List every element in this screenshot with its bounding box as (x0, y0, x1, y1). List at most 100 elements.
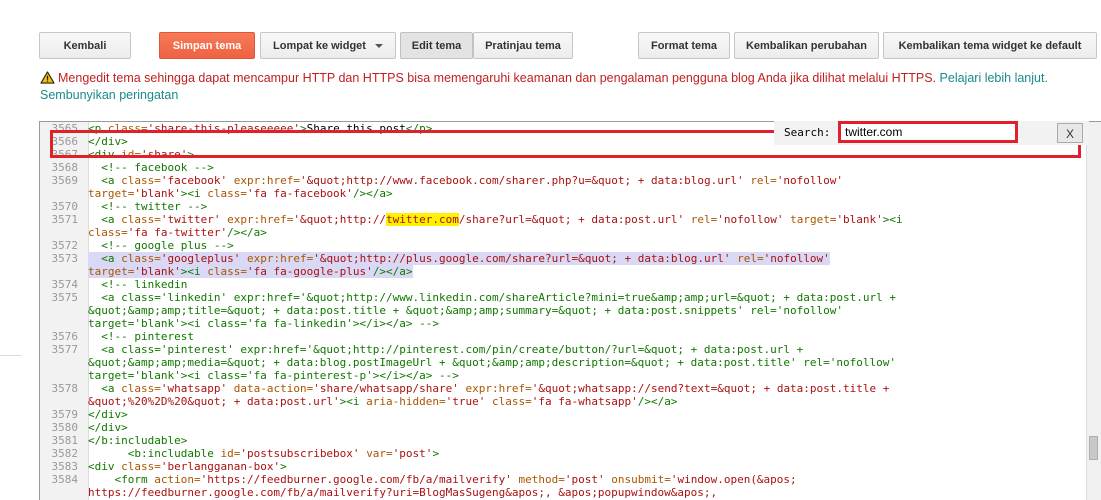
code-line[interactable]: &quot;&amp;amp;media=&quot; + data:blog.… (40, 356, 1087, 369)
line-number (40, 265, 88, 278)
back-button[interactable]: Kembali (39, 32, 131, 59)
code-line[interactable]: 3570 <!-- twitter --> (40, 200, 1087, 213)
code-line[interactable]: 3577 <a class='pinterest' expr:href='&qu… (40, 343, 1087, 356)
preview-theme-button[interactable]: Pratinjau tema (473, 32, 573, 59)
code-line[interactable]: 3572 <!-- google plus --> (40, 239, 1087, 252)
code-text: </div> (88, 408, 128, 421)
warning-icon (40, 71, 55, 84)
line-number: 3573 (51, 252, 79, 265)
warning-text: Mengedit tema sehingga dapat mencampur H… (58, 71, 940, 85)
format-theme-button[interactable]: Format tema (638, 32, 730, 59)
code-line[interactable]: 3581 </b:includable> (40, 434, 1087, 447)
edit-theme-button[interactable]: Edit tema (400, 32, 473, 59)
code-line[interactable]: target='blank'><i class='fa fa-pinterest… (40, 369, 1087, 382)
code-line[interactable]: &quot;%20%2D%20&quot; + data:post.url'><… (40, 395, 1087, 408)
code-line[interactable]: 3580 </div> (40, 421, 1087, 434)
code-text: <a class='linkedin' expr:href='&quot;htt… (101, 291, 896, 304)
search-label: Search: (784, 126, 831, 139)
code-line[interactable]: target='blank'><i class='fa fa-facebook'… (40, 187, 1087, 200)
line-number (40, 356, 88, 369)
code-text: https://feedburner.google.com/fb/a/mailv… (88, 486, 718, 499)
code-text: &quot;%20%2D%20&quot; + data:post.url'><… (88, 395, 678, 408)
search-close-button[interactable]: X (1057, 123, 1083, 143)
code-text: <a class='whatsapp' data-action='share/w… (101, 382, 890, 395)
http-https-warning: Mengedit tema sehingga dapat mencampur H… (40, 70, 1095, 104)
code-line[interactable]: 3573 <a class='googleplus' expr:href='&q… (40, 252, 1087, 265)
code-text: <!-- google plus --> (101, 239, 234, 252)
code-text: <!-- facebook --> (101, 161, 214, 174)
code-line[interactable]: &quot;&amp;amp;title=&quot; + data:post.… (40, 304, 1087, 317)
code-line[interactable]: 3575 <a class='linkedin' expr:href='&quo… (40, 291, 1087, 304)
code-text: <a class='pinterest' expr:href='&quot;ht… (101, 343, 804, 356)
code-line[interactable]: 3583 <div class='berlangganan-box'> (40, 460, 1087, 473)
line-number (40, 317, 88, 330)
line-number (40, 187, 88, 200)
line-number: 3570 (51, 200, 79, 213)
line-number: 3584 (51, 473, 79, 486)
code-line[interactable]: 3584 <form action='https://feedburner.go… (40, 473, 1087, 486)
code-line[interactable]: 3578 <a class='whatsapp' data-action='sh… (40, 382, 1087, 395)
code-text: <!-- pinterest (101, 330, 194, 343)
hide-warning-link[interactable]: Sembunyikan peringatan (40, 88, 178, 102)
chevron-down-icon (374, 43, 383, 48)
line-number: 3575 (51, 291, 79, 304)
line-number: 3581 (51, 434, 79, 447)
code-line[interactable]: 3569 <a class='facebook' expr:href='&quo… (40, 174, 1087, 187)
code-lines: 3565 <p class='share-this-pleaseeeee'>Sha… (40, 122, 1087, 499)
code-editor[interactable]: 3565 <p class='share-this-pleaseeeee'>Sha… (39, 121, 1101, 500)
revert-changes-button[interactable]: Kembalikan perubahan (734, 32, 879, 59)
code-text: <a class='twitter' expr:href='&quot;http… (101, 213, 903, 226)
code-line[interactable]: 3582 <b:includable id='postsubscribebox'… (40, 447, 1087, 460)
code-line[interactable]: target='blank'><i class='fa fa-google-pl… (40, 265, 1087, 278)
line-number: 3569 (51, 174, 79, 187)
line-number (40, 369, 88, 382)
code-line[interactable]: 3568 <!-- facebook --> (40, 161, 1087, 174)
code-text: &quot;&amp;amp;title=&quot; + data:post.… (88, 304, 843, 317)
line-number: 3576 (51, 330, 79, 343)
line-number (40, 304, 88, 317)
code-line[interactable]: target='blank'><i class='fa fa-linkedin'… (40, 317, 1087, 330)
code-line[interactable]: 3574 <!-- linkedin (40, 278, 1087, 291)
code-text: <a class='googleplus' expr:href='&quot;h… (88, 252, 830, 265)
line-number: 3572 (51, 239, 79, 252)
code-line[interactable]: 3571 <a class='twitter' expr:href='&quot… (40, 213, 1087, 226)
divider (0, 355, 22, 356)
scroll-thumb[interactable] (1089, 436, 1098, 460)
code-line[interactable]: https://feedburner.google.com/fb/a/mailv… (40, 486, 1087, 499)
jump-to-widget-dropdown[interactable]: Lompat ke widget (260, 32, 396, 59)
code-text: target='blank'><i class='fa fa-facebook'… (88, 187, 393, 200)
code-text: &quot;&amp;amp;media=&quot; + data:blog.… (88, 356, 896, 369)
code-text: </b:includable> (88, 434, 188, 447)
code-text: <b:includable id='postsubscribebox' var=… (127, 447, 440, 460)
jump-to-widget-label: Lompat ke widget (273, 39, 366, 52)
save-theme-button[interactable]: Simpan tema (159, 32, 255, 59)
search-input[interactable]: twitter.com (838, 121, 1018, 143)
code-line[interactable]: 3579 </div> (40, 408, 1087, 421)
line-number: 3579 (51, 408, 79, 421)
code-text: <form action='https://feedburner.google.… (114, 473, 797, 486)
code-text: target='blank'><i class='fa fa-google-pl… (88, 265, 413, 278)
code-text: <!-- linkedin (101, 278, 188, 291)
line-number: 3568 (51, 161, 79, 174)
line-number (40, 226, 88, 239)
line-number: 3582 (51, 447, 79, 460)
line-number: 3583 (51, 460, 79, 473)
code-line[interactable]: 3576 <!-- pinterest (40, 330, 1087, 343)
line-number: 3578 (51, 382, 79, 395)
code-text: <a class='facebook' expr:href='&quot;htt… (101, 174, 844, 187)
code-text: class='fa fa-twitter'/></a> (88, 226, 267, 239)
code-text: target='blank'><i class='fa fa-linkedin'… (88, 317, 439, 330)
code-text: <div class='berlangganan-box'> (88, 460, 287, 473)
code-text: <!-- twitter --> (101, 200, 208, 213)
line-number: 3580 (51, 421, 79, 434)
learn-more-link[interactable]: Pelajari lebih lanjut. (940, 71, 1048, 85)
code-text: </div> (88, 421, 128, 434)
line-number: 3577 (51, 343, 79, 356)
revert-widget-default-button[interactable]: Kembalikan tema widget ke default (883, 32, 1097, 59)
editor-scrollbar[interactable] (1086, 122, 1101, 500)
code-text: target='blank'><i class='fa fa-pinterest… (88, 369, 459, 382)
search-bar: Search: twitter.com X (774, 121, 1089, 145)
code-line[interactable]: class='fa fa-twitter'/></a> (40, 226, 1087, 239)
line-number: 3574 (51, 278, 79, 291)
line-number: 3571 (51, 213, 79, 226)
